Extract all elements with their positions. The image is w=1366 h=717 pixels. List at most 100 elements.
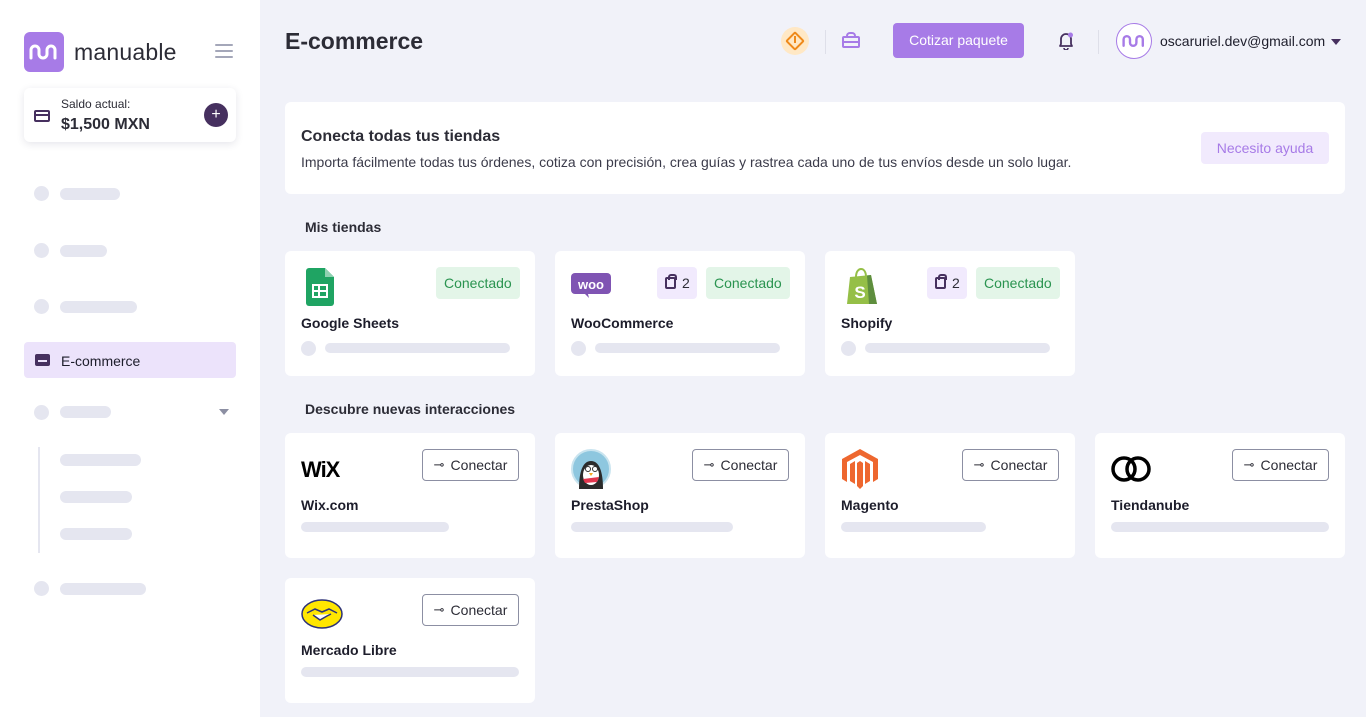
svg-text:S: S [854,283,865,302]
integration-name: Magento [841,497,899,513]
store-card-shopify[interactable]: S 2 Conectado Shopify [825,251,1075,376]
plug-icon: ⊸ [433,457,445,472]
credit-card-icon [34,110,50,122]
orders-badge: 2 [657,267,697,299]
shopify-icon: S [847,268,877,304]
connect-label: Conectar [450,602,508,618]
store-name: WooCommerce [571,315,674,331]
integration-name: Wix.com [301,497,359,513]
user-email[interactable]: oscaruriel.dev@gmail.com [1160,33,1325,49]
balance-value: $1,500 MXN [61,116,150,133]
skeleton-bar [865,343,1050,353]
skeleton-bar [1111,522,1329,532]
connect-button[interactable]: ⊸ Conectar [422,594,519,626]
store-icon [35,354,50,366]
subnav-skeleton-label [60,491,132,503]
nav-skeleton-icon [34,243,49,258]
connect-button[interactable]: ⊸ Conectar [422,449,519,481]
store-card-google-sheets[interactable]: Conectado Google Sheets [285,251,535,376]
skeleton-dot [301,341,316,356]
store-card-woocommerce[interactable]: woo 2 Conectado WooCommerce [555,251,805,376]
nav-skeleton-label [60,583,146,595]
connect-stores-banner: Conecta todas tus tiendas Importa fácilm… [285,102,1345,194]
warning-mark [794,36,796,43]
connect-button[interactable]: ⊸ Conectar [1232,449,1329,481]
divider [825,30,826,54]
quote-package-button[interactable]: Cotizar paquete [893,23,1024,58]
integration-card-magento[interactable]: ⊸ Conectar Magento [825,433,1075,558]
skeleton-bar [301,522,449,532]
orders-count: 2 [682,275,690,291]
brand-name: manuable [74,38,177,65]
status-badge: Conectado [706,267,790,299]
chevron-down-icon[interactable] [219,409,229,415]
svg-text:woo: woo [577,277,604,292]
sidebar-item-ecommerce[interactable]: E-commerce [24,342,236,378]
woocommerce-icon: woo [571,273,611,298]
integration-card-wix[interactable]: WiX ⊸ Conectar Wix.com [285,433,535,558]
connect-label: Conectar [450,457,508,473]
skeleton-bar [325,343,510,353]
connect-label: Conectar [1260,457,1318,473]
nav-skeleton-label [60,406,111,418]
skeleton-dot [571,341,586,356]
connect-label: Conectar [990,457,1048,473]
status-badge: Conectado [436,267,520,299]
orders-badge: 2 [927,267,967,299]
my-stores-heading: Mis tiendas [305,219,382,235]
notification-bell-icon[interactable] [1058,32,1074,51]
connect-button[interactable]: ⊸ Conectar [962,449,1059,481]
discover-heading: Descubre nuevas interacciones [305,401,516,417]
mercado-libre-icon [301,599,343,629]
skeleton-bar [595,343,780,353]
balance-card: Saldo actual: $1,500 MXN + [24,88,236,142]
hamburger-menu-icon[interactable] [215,44,233,60]
submenu-line [38,447,40,553]
plug-icon: ⊸ [433,602,445,617]
connect-label: Conectar [720,457,778,473]
plug-icon: ⊸ [703,457,715,472]
banner-title: Conecta todas tus tiendas [301,128,501,145]
add-balance-button[interactable]: + [204,103,228,127]
integration-card-tiendanube[interactable]: ⊸ Conectar Tiendanube [1095,433,1345,558]
connect-button[interactable]: ⊸ Conectar [692,449,789,481]
chevron-down-icon[interactable] [1331,39,1341,45]
integration-name: Mercado Libre [301,642,397,658]
status-badge: Conectado [976,267,1060,299]
integration-card-mercado-libre[interactable]: ⊸ Conectar Mercado Libre [285,578,535,703]
integration-name: Tiendanube [1111,497,1190,513]
orders-count: 2 [952,275,960,291]
gift-icon[interactable] [842,32,860,48]
wix-icon: WiX [301,457,340,482]
prestashop-icon [571,449,611,489]
nav-skeleton-icon [34,405,49,420]
nav-skeleton-icon [34,186,49,201]
skeleton-bar [841,522,986,532]
store-name: Google Sheets [301,315,400,331]
nav-skeleton-label [60,301,137,313]
plug-icon: ⊸ [973,457,985,472]
skeleton-dot [841,341,856,356]
tiendanube-icon [1111,456,1151,482]
nav-skeleton-icon [34,299,49,314]
avatar[interactable] [1116,23,1152,59]
warning-button[interactable] [781,27,809,55]
magento-icon [842,449,878,489]
integration-card-prestashop[interactable]: ⊸ Conectar PrestaShop [555,433,805,558]
brand-logo[interactable]: manuable [24,32,177,72]
shopping-bag-icon [665,274,677,289]
help-button[interactable]: Necesito ayuda [1201,132,1329,164]
subnav-skeleton-label [60,454,141,466]
page-title: E-commerce [285,28,424,54]
nav-skeleton-label [60,188,120,200]
subnav-skeleton-label [60,528,132,540]
nav-skeleton-icon [34,581,49,596]
manuable-logo-icon [24,32,64,72]
store-name: Shopify [841,315,893,331]
skeleton-bar [571,522,733,532]
google-sheets-icon [306,268,334,306]
sidebar: manuable Saldo actual: $1,500 MXN + E-co… [0,0,260,717]
sidebar-item-label: E-commerce [61,353,141,369]
plug-icon: ⊸ [1243,457,1255,472]
banner-subtitle: Importa fácilmente todas tus órdenes, co… [301,154,1072,170]
